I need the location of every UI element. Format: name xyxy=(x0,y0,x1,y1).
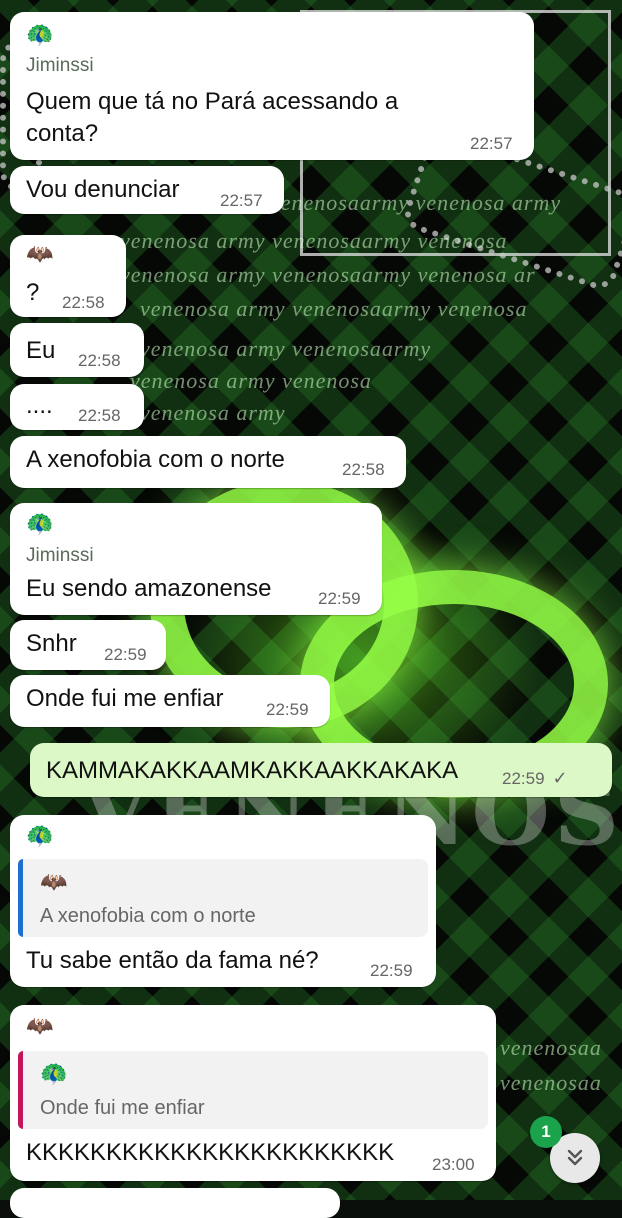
message-bubble[interactable]: 🦚 Jiminssi Eu sendo amazonense 22:59 xyxy=(10,503,382,615)
message-time: 22:57 xyxy=(220,191,263,210)
message-time: 22:58 xyxy=(62,293,105,312)
quote-bar xyxy=(18,1051,23,1129)
message-text: Quem que tá no Pará acessando a xyxy=(26,88,399,115)
message-time: 22:58 xyxy=(78,351,121,370)
message-bubble-outgoing[interactable]: KAMMAKAKKAAMKAKKAAKKAKAKA 22:59 ✓ xyxy=(30,743,612,797)
message-bubble[interactable]: Eu 22:58 xyxy=(10,323,144,377)
message-text: Tu sabe então da fama né? xyxy=(26,947,319,974)
quote-text: Onde fui me enfiar xyxy=(40,1097,205,1119)
message-bubble[interactable]: 🦚 Jiminssi Quem que tá no Pará acessando… xyxy=(10,12,534,160)
message-text: Snhr xyxy=(26,630,77,657)
quoted-message[interactable]: 🦚 Onde fui me enfiar xyxy=(18,1051,488,1129)
bat-icon: 🦇 xyxy=(40,869,68,894)
wallpaper-script-9: venenosaa xyxy=(500,1070,602,1095)
message-time-value: 22:59 xyxy=(502,769,545,788)
message-time: 22:59 ✓ xyxy=(502,768,568,789)
message-bubble[interactable]: .... 22:58 xyxy=(10,384,144,430)
sent-check-icon: ✓ xyxy=(552,768,568,788)
wallpaper-script-3: venenosa army venenosaarmy venenosa ar xyxy=(120,262,536,287)
message-time: 22:59 xyxy=(104,645,147,664)
wallpaper-script-7: venenosa army xyxy=(140,400,286,425)
message-time: 22:57 xyxy=(470,134,513,153)
message-text: Onde fui me enfiar xyxy=(26,685,224,712)
message-time: 22:58 xyxy=(78,406,121,425)
sender-name: Jiminssi xyxy=(26,55,94,76)
message-text: ? xyxy=(26,279,40,306)
message-text: A xenofobia com o norte xyxy=(26,446,285,473)
message-time: 22:59 xyxy=(318,589,361,608)
message-bubble[interactable]: 🦇 ? 22:58 xyxy=(10,235,126,317)
message-bubble[interactable] xyxy=(10,1188,340,1218)
wallpaper-script-4: venenosa army venenosaarmy venenosa xyxy=(140,296,528,321)
wallpaper-script-2: venenosa army venenosaarmy venenosa xyxy=(120,228,508,253)
message-bubble[interactable]: 🦚 🦇 A xenofobia com o norte Tu sabe entã… xyxy=(10,815,436,987)
message-text: Eu xyxy=(26,337,56,364)
quote-bar xyxy=(18,859,23,937)
quote-text: A xenofobia com o norte xyxy=(40,905,256,927)
message-time: 22:59 xyxy=(266,700,309,719)
message-time: 23:00 xyxy=(432,1155,475,1174)
message-bubble[interactable]: 🦇 🦚 Onde fui me enfiar KKKKKKKKKKKKKKKKK… xyxy=(10,1005,496,1181)
wallpaper-script-5: venenosa army venenosaarmy xyxy=(140,336,432,361)
message-bubble[interactable]: A xenofobia com o norte 22:58 xyxy=(10,436,406,488)
peacock-icon: 🦚 xyxy=(26,823,54,848)
chevron-double-down-icon xyxy=(567,1149,583,1166)
message-text: .... xyxy=(26,392,53,419)
message-text: Eu sendo amazonense xyxy=(26,575,272,602)
message-bubble[interactable]: Snhr 22:59 xyxy=(10,620,166,670)
message-time: 22:59 xyxy=(370,961,413,980)
wallpaper-script-6: venenosa army venenosa xyxy=(130,368,372,393)
message-bubble[interactable]: Vou denunciar 22:57 xyxy=(10,166,284,214)
bat-icon: 🦇 xyxy=(26,1013,54,1038)
wallpaper-script-1: venenosaarmy venenosa army xyxy=(270,190,562,215)
wallpaper-script-8: venenosaa xyxy=(500,1035,602,1060)
message-bubble[interactable]: Onde fui me enfiar 22:59 xyxy=(10,675,330,727)
unread-count-badge: 1 xyxy=(530,1116,562,1148)
peacock-icon: 🦚 xyxy=(40,1061,68,1086)
message-text: conta? xyxy=(26,120,99,147)
peacock-icon: 🦚 xyxy=(26,22,54,47)
bat-icon: 🦇 xyxy=(26,241,54,266)
quoted-message[interactable]: 🦇 A xenofobia com o norte xyxy=(18,859,428,937)
message-text: Vou denunciar xyxy=(26,176,180,203)
message-text: KKKKKKKKKKKKKKKKKKKKKKK xyxy=(26,1139,395,1166)
sender-name: Jiminssi xyxy=(26,545,94,566)
message-time: 22:58 xyxy=(342,460,385,479)
peacock-icon: 🦚 xyxy=(26,511,54,536)
message-text: KAMMAKAKKAAMKAKKAAKKAKAKA xyxy=(46,757,459,784)
